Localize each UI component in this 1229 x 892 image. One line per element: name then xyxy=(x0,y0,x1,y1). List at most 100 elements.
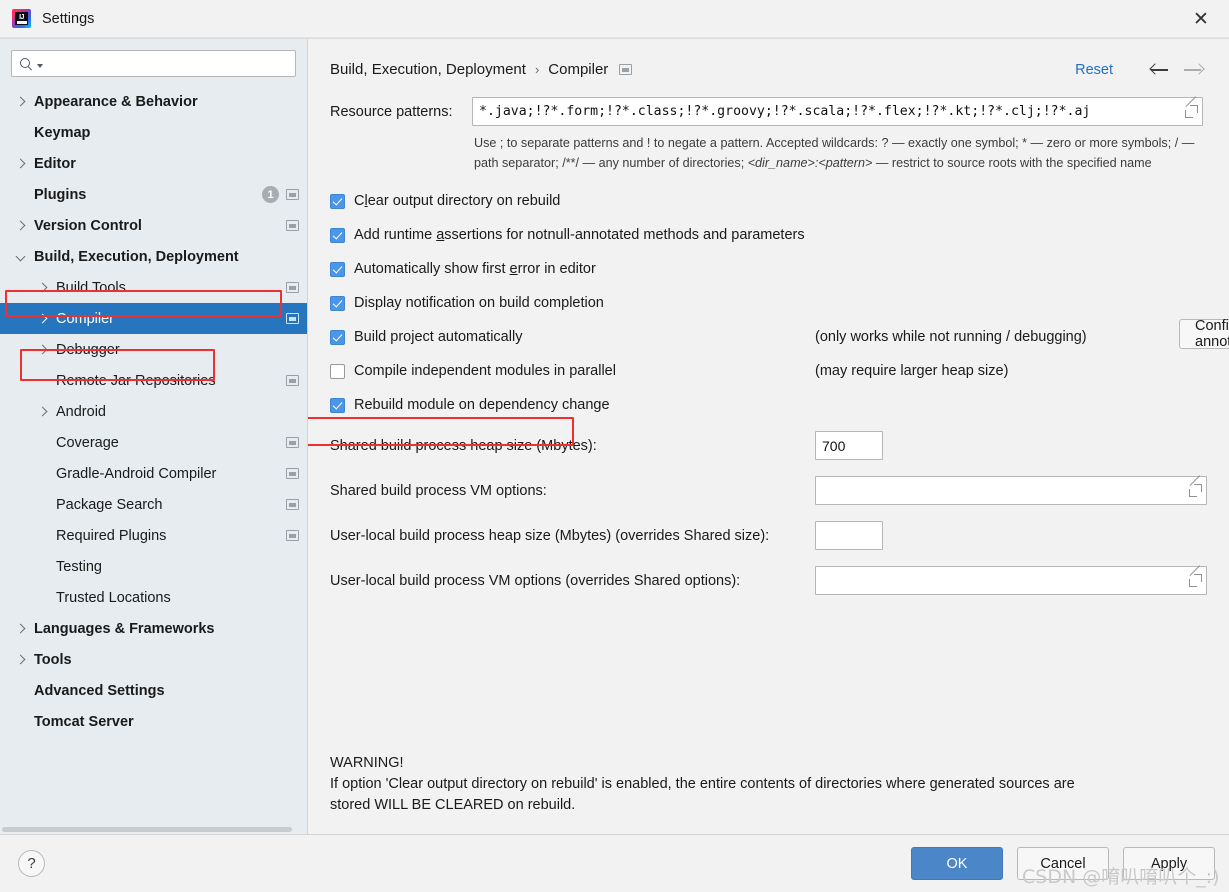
sidebar-horizontal-scrollbar[interactable] xyxy=(0,825,307,834)
checkbox-label[interactable]: Compile independent modules in parallel xyxy=(354,363,616,379)
chevron-right-icon[interactable] xyxy=(16,97,25,106)
field-input[interactable] xyxy=(815,565,1207,595)
chevron-right-icon[interactable] xyxy=(38,283,47,292)
label-part: rror in editor xyxy=(517,261,596,277)
sidebar-item-version-control[interactable]: Version Control xyxy=(0,210,307,241)
field-input[interactable] xyxy=(815,521,883,550)
sidebar-item-trusted-locations[interactable]: Trusted Locations xyxy=(0,582,307,613)
sidebar-item-compiler[interactable]: Compiler xyxy=(0,303,307,334)
sidebar-item-build-execution-deployment[interactable]: Build, Execution, Deployment xyxy=(0,241,307,272)
resource-patterns-label: Resource patterns: xyxy=(330,104,453,120)
breadcrumb-root[interactable]: Build, Execution, Deployment xyxy=(330,61,526,78)
field-label: Shared build process VM options: xyxy=(330,483,547,499)
checkbox-label[interactable]: Build project automatically xyxy=(354,329,522,345)
search-input[interactable] xyxy=(43,56,288,71)
resource-patterns-input[interactable]: *.java;!?*.form;!?*.class;!?*.groovy;!?*… xyxy=(472,96,1203,126)
checkbox-label[interactable]: Display notification on build completion xyxy=(354,295,604,311)
chevron-right-icon[interactable] xyxy=(38,407,47,416)
help-button[interactable]: ? xyxy=(18,850,45,877)
chevron-right-icon[interactable] xyxy=(16,221,25,230)
chevron-right-icon[interactable] xyxy=(38,345,47,354)
project-scope-icon xyxy=(286,220,299,231)
chevron-down-icon[interactable] xyxy=(16,252,25,261)
sidebar-item-keymap[interactable]: Keymap xyxy=(0,117,307,148)
chevron-right-icon[interactable] xyxy=(16,624,25,633)
compiler-settings-content: Resource patterns: *.java;!?*.form;!?*.c… xyxy=(308,83,1229,834)
checkbox-rebuild-module-on-dependency[interactable] xyxy=(330,397,345,413)
chevron-right-icon[interactable] xyxy=(16,159,25,168)
checkbox-row: Add runtime assertions for notnull-annot… xyxy=(330,223,1207,247)
scrollbar-thumb[interactable] xyxy=(2,827,292,832)
checkbox-row: Display notification on build completion xyxy=(330,291,1207,315)
sidebar-item-testing[interactable]: Testing xyxy=(0,551,307,582)
field-label: User-local build process VM options (ove… xyxy=(330,573,741,589)
sidebar-item-tomcat-server[interactable]: Tomcat Server xyxy=(0,706,307,737)
sidebar-item-android[interactable]: Android xyxy=(0,396,307,427)
reset-link[interactable]: Reset xyxy=(1075,62,1113,78)
sidebar-item-languages-frameworks[interactable]: Languages & Frameworks xyxy=(0,613,307,644)
expand-icon[interactable] xyxy=(1189,475,1202,497)
sidebar-item-label: Plugins xyxy=(34,186,87,203)
cancel-button[interactable]: Cancel xyxy=(1017,847,1109,880)
checkbox-label[interactable]: Automatically show first error in editor xyxy=(354,261,596,277)
field-input[interactable] xyxy=(815,475,1207,505)
checkbox-row: Automatically show first error in editor xyxy=(330,257,1207,281)
project-scope-icon xyxy=(619,64,633,75)
sidebar-item-gradle-android-compiler[interactable]: Gradle-Android Compiler xyxy=(0,458,307,489)
checkbox-label[interactable]: Clear output directory on rebuild xyxy=(354,193,560,209)
compiler-options-group: Clear output directory on rebuild Add run… xyxy=(330,189,1207,417)
sidebar-item-label: Appearance & Behavior xyxy=(34,93,198,110)
chevron-right-icon[interactable] xyxy=(38,314,47,323)
checkbox-c[interactable] xyxy=(330,193,345,209)
sidebar-item-label: Advanced Settings xyxy=(34,682,165,699)
sidebar-item-label: Debugger xyxy=(56,341,120,358)
apply-button[interactable]: Apply xyxy=(1123,847,1215,880)
label-part: Add runtime xyxy=(354,227,437,243)
close-icon[interactable]: ✕ xyxy=(1179,0,1223,38)
settings-field-row: User-local build process VM options (ove… xyxy=(330,565,1207,596)
configure-annotations-button[interactable]: Configure annotations... xyxy=(1179,318,1229,350)
sidebar-item-coverage[interactable]: Coverage xyxy=(0,427,307,458)
expand-icon[interactable] xyxy=(1185,96,1198,118)
checkbox-label[interactable]: Rebuild module on dependency change xyxy=(354,397,610,413)
window-title: Settings xyxy=(42,10,95,27)
title-bar: IJ Settings ✕ xyxy=(0,0,1229,38)
ok-button[interactable]: OK xyxy=(911,847,1003,880)
label-part: Rebuild module on dependency change xyxy=(354,397,610,413)
breadcrumb-leaf: Compiler xyxy=(548,61,609,78)
expand-icon[interactable] xyxy=(1189,565,1202,587)
sidebar-item-label: Remote Jar Repositories xyxy=(56,372,216,389)
sidebar-item-debugger[interactable]: Debugger xyxy=(0,334,307,365)
sidebar-item-advanced-settings[interactable]: Advanced Settings xyxy=(0,675,307,706)
sidebar-item-label: Tools xyxy=(34,651,72,668)
resource-patterns-row: Resource patterns: *.java;!?*.form;!?*.c… xyxy=(330,96,1207,127)
project-scope-icon xyxy=(286,437,299,448)
sidebar-item-remote-jar-repositories[interactable]: Remote Jar Repositories xyxy=(0,365,307,396)
search-box[interactable] xyxy=(11,50,296,77)
checkbox-build-project-automatically[interactable] xyxy=(330,329,345,345)
sidebar-item-package-search[interactable]: Package Search xyxy=(0,489,307,520)
back-arrow-icon[interactable] xyxy=(1147,59,1174,81)
field-input[interactable]: 700 xyxy=(815,431,883,460)
checkbox-side-note: (may require larger heap size) xyxy=(815,363,1009,379)
settings-tree[interactable]: Appearance & Behavior Keymap Editor Plugins… xyxy=(0,86,307,834)
sidebar-item-label: Editor xyxy=(34,155,76,172)
settings-field-row: Shared build process VM options: xyxy=(330,475,1207,506)
checkbox-label[interactable]: Add runtime assertions for notnull-annot… xyxy=(354,227,805,243)
sidebar-item-editor[interactable]: Editor xyxy=(0,148,307,179)
checkbox-automatically-show-first[interactable] xyxy=(330,261,345,277)
checkbox-add-runtime[interactable] xyxy=(330,227,345,243)
logo-bar xyxy=(16,21,27,24)
label-part: ssertions for notnull-annotated methods … xyxy=(444,227,805,243)
project-scope-icon xyxy=(286,530,299,541)
hint-line-3: the specified name xyxy=(1045,155,1152,170)
sidebar-item-build-tools[interactable]: Build Tools xyxy=(0,272,307,303)
breadcrumb-separator: › xyxy=(534,62,540,77)
sidebar-item-plugins[interactable]: Plugins 1 xyxy=(0,179,307,210)
checkbox-display-notification-on-buil[interactable] xyxy=(330,295,345,311)
sidebar-item-tools[interactable]: Tools xyxy=(0,644,307,675)
checkbox-compile-independent-modules-[interactable] xyxy=(330,363,345,379)
sidebar-item-appearance-behavior[interactable]: Appearance & Behavior xyxy=(0,86,307,117)
chevron-right-icon[interactable] xyxy=(16,655,25,664)
sidebar-item-required-plugins[interactable]: Required Plugins xyxy=(0,520,307,551)
